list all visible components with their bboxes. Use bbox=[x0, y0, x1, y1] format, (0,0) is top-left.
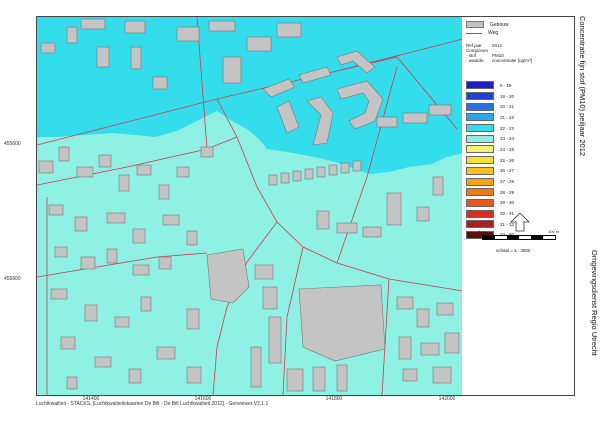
class-label: 21 - 22 bbox=[500, 114, 515, 120]
legend-class: 31 - 33 bbox=[466, 219, 514, 230]
class-label: 29 - 30 bbox=[500, 200, 515, 206]
class-swatch bbox=[466, 156, 494, 165]
concentration-map bbox=[37, 17, 463, 395]
class-swatch bbox=[466, 177, 494, 186]
legend-building-label: Gebouw bbox=[490, 21, 509, 28]
legend-road-label: Weg bbox=[488, 30, 499, 36]
class-label: 19 - 20 bbox=[500, 93, 515, 99]
class-label: 20 - 21 bbox=[500, 104, 515, 110]
map-canvas[interactable] bbox=[36, 16, 464, 396]
legend-class: 24 - 25 bbox=[466, 144, 514, 155]
legend-class: 22 - 23 bbox=[466, 123, 514, 134]
class-label: 28 - 29 bbox=[500, 189, 515, 195]
legend-class: 26 - 27 bbox=[466, 166, 514, 177]
legend-panel: Gebouw Weg Ref.jaar 2012 Componen - stof P… bbox=[462, 16, 575, 396]
legend-info: Ref.jaar 2012 Componen - stof PM10 - waard… bbox=[466, 43, 532, 63]
x-tick-label: 142000 bbox=[438, 396, 456, 402]
class-label: 25 - 26 bbox=[500, 157, 515, 163]
legend-building: Gebouw bbox=[466, 21, 509, 28]
legend-class: 19 - 20 bbox=[466, 91, 514, 102]
class-swatch bbox=[466, 81, 494, 90]
class-label: 27 - 28 bbox=[500, 179, 515, 185]
class-swatch bbox=[466, 220, 494, 229]
scale-left-label: 0 m bbox=[478, 229, 485, 234]
legend-class: 29 - 30 bbox=[466, 198, 514, 209]
class-swatch bbox=[466, 188, 494, 197]
north-arrow-icon bbox=[510, 212, 530, 232]
class-swatch bbox=[466, 166, 494, 175]
class-label: 0 - 19 bbox=[500, 82, 512, 88]
y-tick-label: 455600 bbox=[4, 141, 21, 147]
class-label: 23 - 24 bbox=[500, 136, 515, 142]
info-key: - waarde bbox=[466, 58, 484, 63]
class-label: 24 - 25 bbox=[500, 146, 515, 152]
legend-class: 20 - 21 bbox=[466, 101, 514, 112]
class-swatch bbox=[466, 113, 494, 122]
legend-class: 23 - 24 bbox=[466, 133, 514, 144]
info-value: concentratie [ug/m³] bbox=[492, 58, 532, 63]
building-swatch bbox=[466, 21, 484, 28]
concentration-classes: 0 - 19 19 - 20 20 - 21 21 - 22 22 - 23 23 - 2… bbox=[466, 80, 514, 240]
map-footer: Luchtkwaliteit - STACKS, [Luchtkwaliteit… bbox=[36, 401, 269, 407]
road-swatch bbox=[466, 32, 482, 34]
class-label: 22 - 23 bbox=[500, 125, 515, 131]
class-swatch bbox=[466, 134, 494, 143]
legend-class: 0 - 19 bbox=[466, 80, 514, 91]
scale-right-label: 100 m bbox=[548, 229, 560, 234]
class-swatch bbox=[466, 198, 494, 207]
class-swatch bbox=[466, 92, 494, 101]
scale-text: schaal = 1 : 3000 bbox=[496, 248, 531, 253]
class-swatch bbox=[466, 102, 494, 111]
x-tick-label: 141800 bbox=[325, 396, 343, 402]
info-value: 2012 bbox=[492, 43, 503, 48]
legend-class: 21 - 22 bbox=[466, 112, 514, 123]
y-tick-label: 455600 bbox=[4, 276, 21, 282]
legend-class: 27 - 28 bbox=[466, 176, 514, 187]
legend-road: Weg bbox=[466, 30, 498, 36]
legend-class: 28 - 29 bbox=[466, 187, 514, 198]
map-title: Concentratie fijn stof (PM10) peiljaar 2… bbox=[578, 16, 587, 157]
class-label: 26 - 27 bbox=[500, 168, 515, 174]
class-swatch bbox=[466, 124, 494, 133]
class-swatch bbox=[466, 209, 494, 218]
class-swatch bbox=[466, 145, 494, 154]
legend-class: 25 - 26 bbox=[466, 155, 514, 166]
legend-class: 30 - 31 bbox=[466, 208, 514, 219]
organization-name: Omgevingsdienst Regio Utrecht bbox=[590, 250, 599, 356]
